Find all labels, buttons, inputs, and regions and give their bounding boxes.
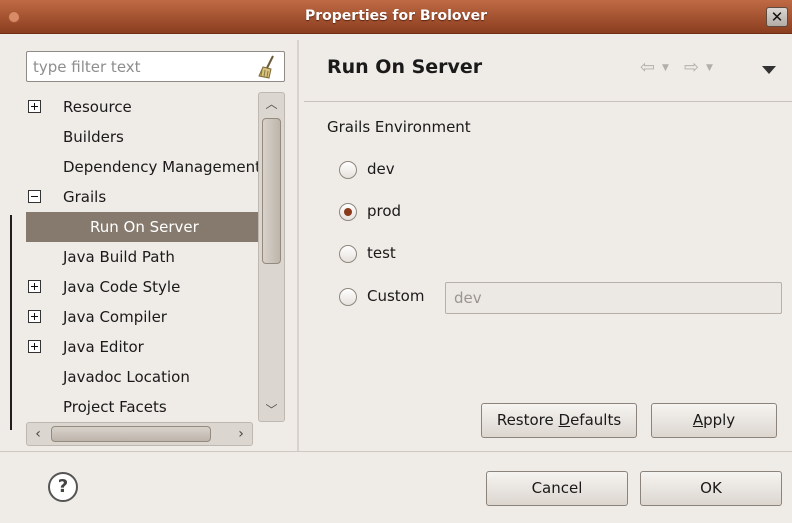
expand-icon[interactable] [28, 280, 41, 293]
scroll-down-arrow-icon[interactable]: ﹀ [259, 399, 284, 421]
tree-item-label: Javadoc Location [63, 368, 190, 386]
radio-label: test [367, 244, 396, 262]
button-label: efaults [570, 411, 622, 429]
custom-environment-input[interactable] [445, 282, 782, 314]
button-label: Restore [496, 411, 559, 429]
tree-item-dependency-management[interactable]: Dependency Management [26, 152, 258, 182]
page-title: Run On Server [327, 56, 483, 78]
tree-item-label: Java Code Style [63, 278, 181, 296]
radio-custom[interactable]: Custom [339, 286, 439, 310]
scroll-thumb[interactable] [262, 118, 281, 264]
tree-item-resource[interactable]: Resource [26, 92, 258, 122]
tree-horizontal-scrollbar[interactable]: ‹ › [26, 422, 253, 446]
radio-dev[interactable]: dev [339, 159, 439, 183]
tree-item-grails[interactable]: Grails [26, 182, 258, 212]
tree-item-label: Resource [63, 98, 132, 116]
panel-sash[interactable] [297, 40, 299, 452]
tree-item-label: Builders [63, 128, 124, 146]
collapse-icon[interactable] [28, 190, 41, 203]
grails-environment-label: Grails Environment [327, 118, 471, 136]
help-icon[interactable]: ? [48, 472, 78, 502]
history-nav: ⇦ ▼ ⇨ ▼ [640, 57, 780, 81]
tree-item-project-facets[interactable]: Project Facets [26, 392, 258, 422]
clear-filter-icon[interactable] [256, 55, 278, 79]
radio-label: Custom [367, 287, 425, 305]
radio-button[interactable] [339, 203, 357, 221]
back-arrow-icon[interactable]: ⇦ [640, 57, 655, 78]
button-mnemonic: D [558, 411, 571, 429]
tree-item-java-code-style[interactable]: Java Code Style [26, 272, 258, 302]
cancel-button[interactable]: Cancel [486, 471, 628, 506]
tree-item-label: Run On Server [90, 218, 199, 236]
tree-vertical-scrollbar[interactable]: ︿ ﹀ [258, 92, 285, 422]
scroll-right-arrow-icon[interactable]: › [230, 423, 252, 445]
tree-item-run-on-server[interactable]: Run On Server [26, 212, 258, 242]
radio-button[interactable] [339, 161, 357, 179]
radio-test[interactable]: test [339, 243, 439, 267]
button-mnemonic: A [692, 411, 704, 429]
tree-item-label: Dependency Management [63, 158, 258, 176]
tree-item-label: Java Build Path [63, 248, 175, 266]
radio-label: prod [367, 202, 402, 220]
filter-input[interactable] [27, 52, 253, 81]
tree-item-java-editor[interactable]: Java Editor [26, 332, 258, 362]
close-button[interactable]: ✕ [766, 7, 788, 27]
radio-button[interactable] [339, 288, 357, 306]
forward-arrow-icon[interactable]: ⇨ [684, 57, 699, 78]
tree-item-label: Java Compiler [63, 308, 167, 326]
properties-dialog: Properties for Brolover ✕ Resource Build… [0, 0, 792, 523]
preference-tree[interactable]: Resource Builders Dependency Management … [26, 92, 286, 422]
expand-icon[interactable] [28, 340, 41, 353]
radio-prod[interactable]: prod [339, 201, 439, 225]
forward-dropdown-icon[interactable]: ▼ [706, 63, 713, 73]
expand-icon[interactable] [28, 100, 41, 113]
radio-button[interactable] [339, 245, 357, 263]
scroll-left-arrow-icon[interactable]: ‹ [27, 423, 49, 445]
button-label: pply [703, 411, 736, 429]
back-dropdown-icon[interactable]: ▼ [662, 63, 669, 73]
footer-separator [0, 451, 792, 452]
tree-item-label: Java Editor [63, 338, 144, 356]
tree-item-java-compiler[interactable]: Java Compiler [26, 302, 258, 332]
expand-icon[interactable] [28, 310, 41, 323]
title-bar[interactable]: Properties for Brolover ✕ [0, 0, 792, 34]
tree-item-builders[interactable]: Builders [26, 122, 258, 152]
filter-box [26, 51, 285, 82]
tree-item-javadoc-location[interactable]: Javadoc Location [26, 362, 258, 392]
scroll-up-arrow-icon[interactable]: ︿ [259, 93, 284, 115]
tree-item-label: Project Facets [63, 398, 167, 416]
view-menu-icon[interactable] [762, 66, 776, 74]
scroll-thumb[interactable] [51, 426, 211, 442]
tree-item-label: Grails [63, 188, 107, 206]
radio-label: dev [367, 160, 395, 178]
ok-button[interactable]: OK [640, 471, 782, 506]
title-separator [304, 101, 792, 102]
tree-item-java-build-path[interactable]: Java Build Path [26, 242, 258, 272]
edge-line [10, 215, 12, 430]
restore-defaults-button[interactable]: Restore Defaults [481, 403, 637, 438]
apply-button[interactable]: Apply [651, 403, 777, 438]
window-title: Properties for Brolover [304, 8, 488, 24]
